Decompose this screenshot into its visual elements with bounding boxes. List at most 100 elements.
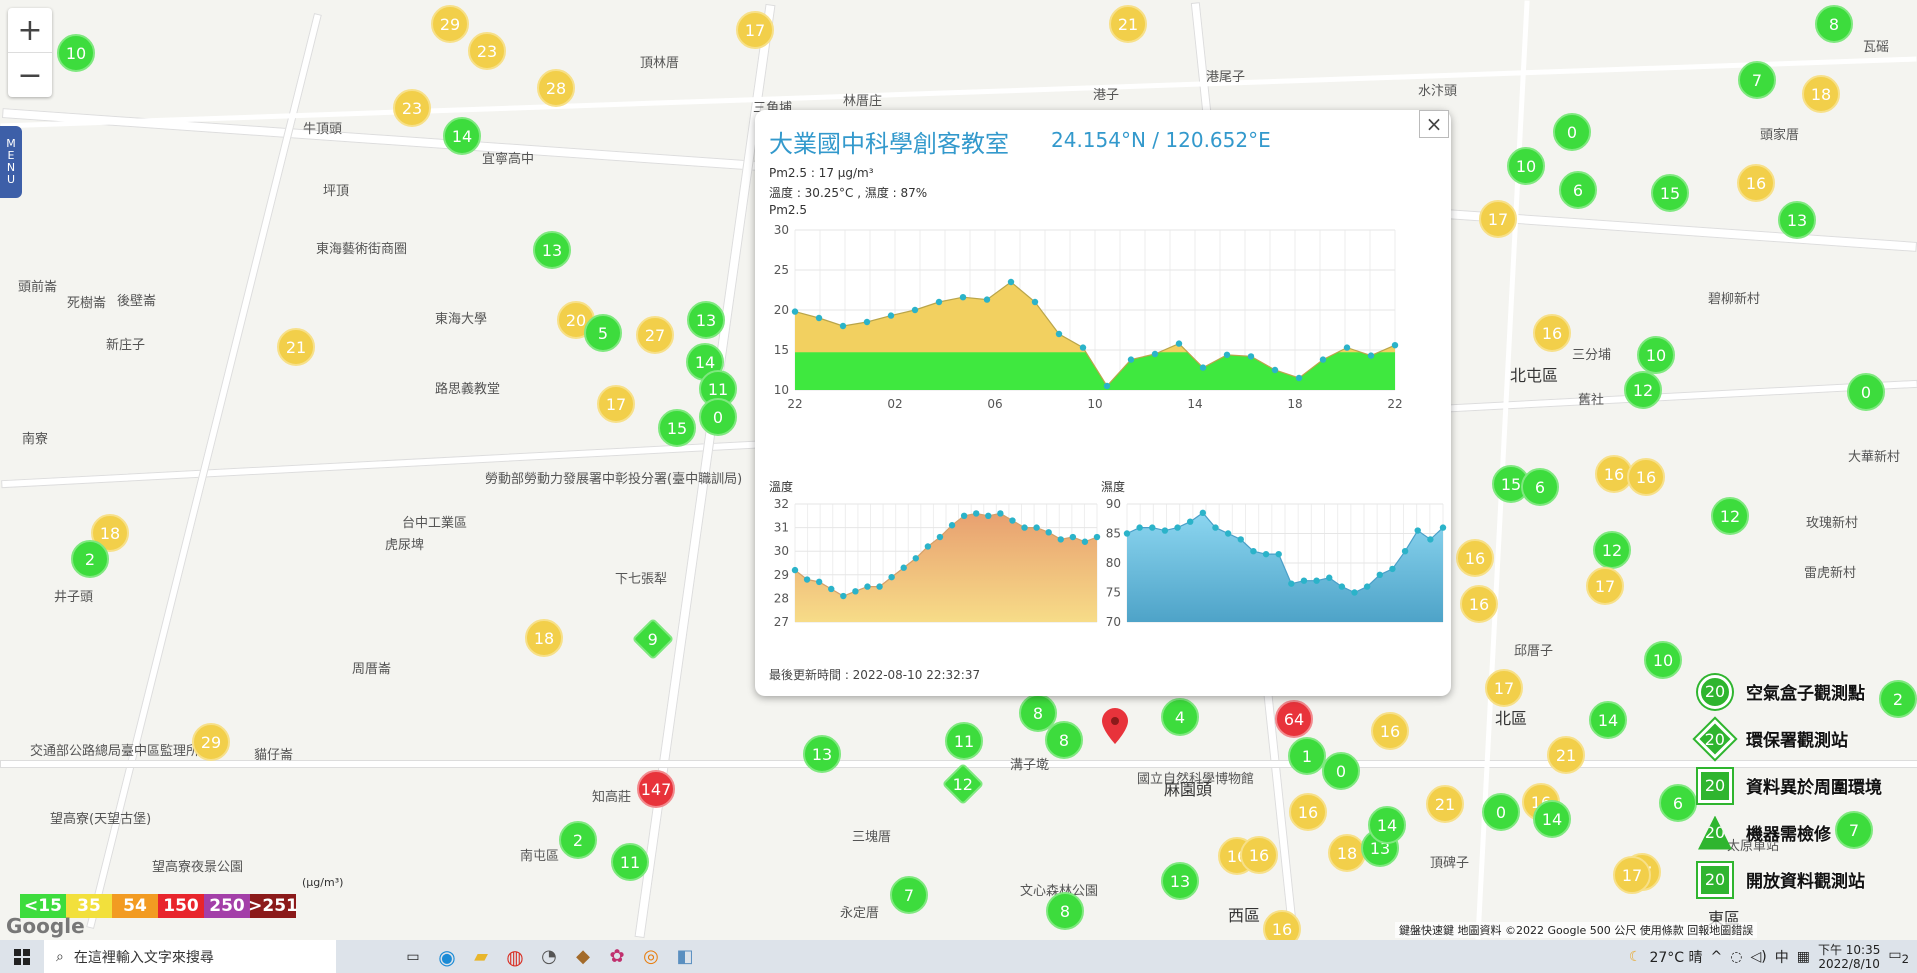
epa-station-marker[interactable]: 9 [631,617,675,661]
aqi-station-marker[interactable]: 17 [736,11,774,49]
chrome-icon[interactable]: ◍ [498,940,532,973]
aqi-station-marker[interactable]: 0 [1847,373,1885,411]
start-button[interactable] [0,940,44,973]
pm25-chart-title: Pm2.5 [769,203,808,217]
aqi-station-marker[interactable]: 29 [192,723,230,761]
aqi-station-marker[interactable]: 1 [1288,737,1326,775]
aqi-station-marker[interactable]: 64 [1275,700,1313,738]
aqi-station-marker[interactable]: 23 [393,89,431,127]
network-icon[interactable]: ◌ [1730,949,1742,965]
ime-indicator[interactable]: 中 [1775,947,1789,967]
aqi-station-marker[interactable]: 2 [71,540,109,578]
aqi-station-marker[interactable]: 28 [537,69,575,107]
aqi-station-marker[interactable]: 27 [636,316,674,354]
aqi-station-marker[interactable]: 10 [1507,147,1545,185]
aqi-station-marker[interactable]: 2 [1879,680,1917,718]
aqi-station-marker[interactable]: 10 [1637,336,1675,374]
map-attribution[interactable]: 鍵盤快速鍵 地圖資料 ©2022 Google 500 公尺 使用條款 回報地圖… [1395,922,1758,938]
aqi-station-marker[interactable]: 2 [559,821,597,859]
aqi-station-marker[interactable]: 13 [803,735,841,773]
aqi-station-marker[interactable]: 8 [1045,721,1083,759]
aqi-station-marker[interactable]: 17 [1613,856,1651,894]
aqi-station-marker[interactable]: 0 [1322,752,1360,790]
aqi-station-marker[interactable]: 21 [1109,5,1147,43]
aqi-station-marker[interactable]: 0 [699,398,737,436]
weather-text[interactable]: 27°C 晴 [1649,947,1702,967]
aqi-station-marker[interactable]: 16 [1263,910,1301,940]
aqi-station-marker[interactable]: 17 [1586,567,1624,605]
aqi-station-marker[interactable]: 16 [1456,539,1494,577]
zoom-in-button[interactable]: + [8,8,52,53]
aqi-station-marker[interactable]: 16 [1289,793,1327,831]
map-canvas[interactable]: 頂林厝 林厝庄 三角埔 港子 港尾子 水汴頭 頭家厝 瓦磘 牛頂頭 坪頂 宜寧高中 東海藝術街商圈 頭前… [0,0,1917,940]
aqi-station-marker[interactable]: 13 [687,301,725,339]
edge-icon[interactable]: ◉ [430,940,464,973]
aqi-station-marker[interactable]: 10 [1644,641,1682,679]
popup-close-button[interactable]: × [1419,110,1449,138]
aqi-station-marker[interactable]: 16 [1240,836,1278,874]
blender-icon[interactable]: ◎ [634,940,668,973]
aqi-station-marker[interactable]: 0 [1482,793,1520,831]
aqi-station-marker[interactable]: 18 [1328,834,1366,872]
notification-icon[interactable]: ▭2 [1888,947,1909,966]
aqi-station-marker[interactable]: 6 [1659,784,1697,822]
aqi-station-marker[interactable]: 0 [1553,113,1591,151]
location-pin-icon[interactable] [1102,708,1128,744]
aqi-station-marker[interactable]: 13 [1778,201,1816,239]
aqi-station-marker[interactable]: 17 [1485,669,1523,707]
aqi-station-marker[interactable]: 16 [1533,314,1571,352]
aqi-station-marker[interactable]: 147 [637,770,675,808]
aqi-station-marker[interactable]: 5 [584,314,622,352]
app-icon[interactable]: ◆ [566,940,600,973]
aqi-station-marker[interactable]: 12 [1624,371,1662,409]
aqi-station-marker[interactable]: 16 [1737,164,1775,202]
app-icon[interactable]: ◔ [532,940,566,973]
aqi-station-marker[interactable]: 11 [611,843,649,881]
keyboard-icon[interactable]: ▦ [1797,949,1810,965]
aqi-station-marker[interactable]: 21 [1547,736,1585,774]
aqi-station-marker[interactable]: 7 [890,876,928,914]
aqi-station-marker[interactable]: 10 [57,34,95,72]
search-input[interactable]: 在這裡輸入文字來搜尋 [74,947,214,967]
aqi-station-marker[interactable]: 11 [945,722,983,760]
aqi-station-marker[interactable]: 4 [1161,698,1199,736]
aqi-station-marker[interactable]: 12 [1593,531,1631,569]
aqi-station-marker[interactable]: 18 [525,619,563,657]
aqi-station-marker[interactable]: 14 [443,117,481,155]
aqi-station-marker[interactable]: 29 [431,5,469,43]
aqi-station-marker[interactable]: 7 [1738,61,1776,99]
app-icon[interactable]: ✿ [600,940,634,973]
volume-icon[interactable]: ◁) [1750,949,1766,965]
station-legend-item: 20 環保署觀測站 [1695,715,1882,762]
aqi-station-marker[interactable]: 14 [1589,701,1627,739]
file-explorer-icon[interactable]: ▰ [464,940,498,973]
aqi-station-marker[interactable]: 13 [533,231,571,269]
aqi-station-marker[interactable]: 15 [1651,174,1689,212]
taskbar-search[interactable]: ⌕ 在這裡輸入文字來搜尋 [44,940,336,973]
aqi-station-marker[interactable]: 14 [1533,800,1571,838]
aqi-station-marker[interactable]: 17 [597,385,635,423]
zoom-out-button[interactable]: − [8,53,52,97]
aqi-station-marker[interactable]: 8 [1046,892,1084,930]
aqi-station-marker[interactable]: 17 [1479,200,1517,238]
aqi-station-marker[interactable]: 13 [1161,862,1199,900]
aqi-station-marker[interactable]: 18 [1802,75,1840,113]
aqi-station-marker[interactable]: 23 [468,32,506,70]
menu-tab[interactable]: M E N U [0,126,22,198]
aqi-station-marker[interactable]: 14 [1368,806,1406,844]
aqi-station-marker[interactable]: 15 [658,409,696,447]
aqi-station-marker[interactable]: 6 [1559,171,1597,209]
task-view-icon[interactable]: ▭ [396,940,430,973]
aqi-station-marker[interactable]: 12 [1711,497,1749,535]
epa-station-marker[interactable]: 12 [941,762,985,806]
aqi-station-marker[interactable]: 21 [1426,785,1464,823]
aqi-station-marker[interactable]: 8 [1815,5,1853,43]
clock[interactable]: 下午 10:35 2022/8/10 [1818,943,1880,971]
aqi-station-marker[interactable]: 16 [1371,712,1409,750]
app-icon[interactable]: ◧ [668,940,702,973]
aqi-station-marker[interactable]: 6 [1521,468,1559,506]
aqi-station-marker[interactable]: 16 [1460,585,1498,623]
aqi-station-marker[interactable]: 16 [1627,458,1665,496]
chevron-up-icon[interactable]: ^ [1711,949,1723,965]
aqi-station-marker[interactable]: 21 [277,328,315,366]
